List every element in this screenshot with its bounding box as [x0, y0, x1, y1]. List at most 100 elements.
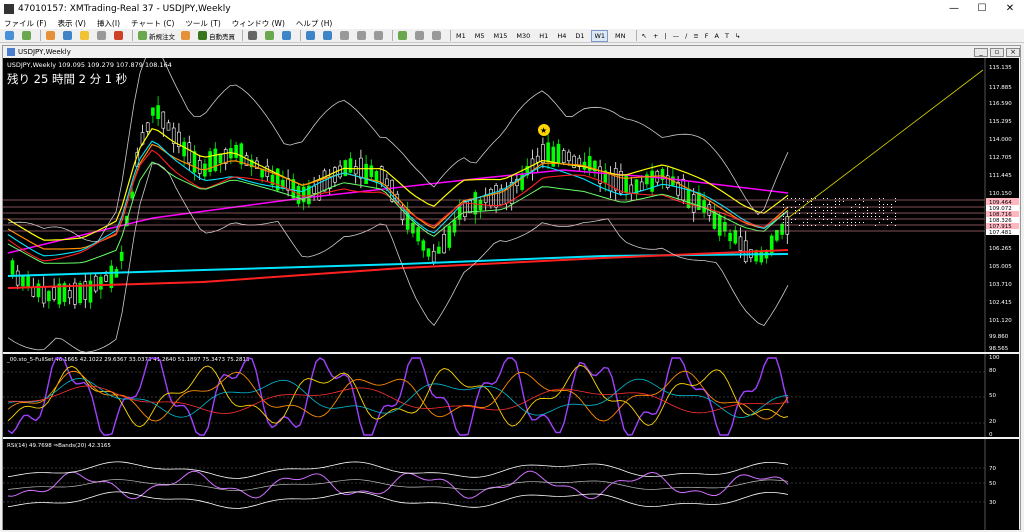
timeframe-d1[interactable]: D1 [573, 30, 586, 42]
timeframe-h4[interactable]: H4 [555, 30, 568, 42]
candle-body [775, 229, 779, 241]
cloud-dot [795, 207, 796, 208]
menu-help[interactable]: ヘルプ (H) [296, 18, 332, 29]
terminal-button[interactable] [95, 30, 110, 42]
autoscroll-button[interactable] [355, 30, 370, 42]
vertical-line-tool[interactable]: | [662, 30, 668, 42]
price-label: 110.150 [989, 191, 1012, 197]
navigator-button[interactable] [78, 30, 93, 42]
label-tool[interactable]: T [723, 30, 731, 42]
text-tool[interactable]: A [713, 30, 721, 42]
arrows-tool[interactable]: ↳ [733, 30, 742, 42]
candle-body [728, 232, 732, 242]
toolbar: 新規注文 自動売買 M1 M5 M15 M30 H1 H4 D1 W1 MN ↖… [0, 29, 1024, 43]
cloud-dot [883, 204, 884, 205]
price-label: 99.860 [989, 334, 1009, 340]
profiles-button[interactable] [20, 30, 35, 42]
new-order-label: 新規注文 [149, 32, 175, 41]
periods-button[interactable] [413, 30, 428, 42]
cloud-dot [895, 216, 896, 217]
cloud-dot [831, 210, 832, 211]
cloud-dot [823, 213, 824, 214]
chart-close-button[interactable]: × [1006, 47, 1020, 57]
timeframe-w1[interactable]: W1 [591, 29, 609, 42]
cloud-dot [811, 213, 812, 214]
candle-body [239, 143, 244, 165]
cloud-dot [783, 204, 784, 205]
bar-chart-button[interactable] [246, 30, 261, 42]
app-icon [4, 3, 14, 14]
cloud-dot [847, 225, 848, 226]
toolbar-separator [450, 30, 451, 41]
chart-restore-button[interactable]: ▫ [990, 47, 1004, 57]
timeframe-mn[interactable]: MN [613, 30, 627, 42]
price-label: 105.005 [989, 264, 1012, 270]
maximize-button[interactable]: ☐ [968, 3, 996, 14]
chart-shift-button[interactable] [372, 30, 387, 42]
market-watch-button[interactable] [44, 30, 59, 42]
menu-view[interactable]: 表示 (V) [58, 18, 86, 29]
candle-body [546, 142, 550, 163]
cloud-dot [819, 207, 820, 208]
toolbar-separator [392, 30, 393, 41]
chart-minimize-button[interactable]: _ [974, 47, 988, 57]
candle-body [218, 153, 223, 164]
cloud-dot [891, 204, 892, 205]
candle-chart-button[interactable] [263, 30, 278, 42]
cursor-tool[interactable]: ↖ [640, 30, 649, 42]
timeframe-h1[interactable]: H1 [537, 30, 550, 42]
close-button[interactable]: ✕ [996, 3, 1024, 14]
cloud-dot [823, 198, 824, 199]
candle-body [166, 122, 171, 131]
cloud-dot [803, 225, 804, 226]
auto-trade-button[interactable]: 自動売買 [196, 30, 237, 42]
line-chart-button[interactable] [280, 30, 295, 42]
trendline-tool[interactable]: / [683, 30, 689, 42]
candle-body [421, 240, 426, 251]
templates-button[interactable] [430, 30, 445, 42]
zoom-out-button[interactable] [321, 30, 336, 42]
cloud-dot [783, 207, 784, 208]
new-order-button[interactable]: 新規注文 [136, 30, 177, 42]
window-titlebar: 47010157: XMTrading-Real 37 - USDJPY,Wee… [0, 0, 1024, 17]
auto-trade-label: 自動売買 [209, 32, 235, 41]
data-window-button[interactable] [61, 30, 76, 42]
channel-tool[interactable]: ≡ [691, 30, 700, 42]
fibonacci-tool[interactable]: F [703, 30, 711, 42]
candle-body [561, 150, 566, 164]
minimize-button[interactable]: — [940, 3, 968, 14]
timeframe-m15[interactable]: M15 [492, 30, 510, 42]
tester-button[interactable] [112, 30, 127, 42]
indicators-button[interactable] [396, 30, 411, 42]
cloud-dot [787, 207, 788, 208]
menu-tools[interactable]: ツール (T) [185, 18, 220, 29]
cloud-dot [887, 216, 888, 217]
menu-file[interactable]: ファイル (F) [4, 18, 47, 29]
chart-icon [7, 48, 15, 56]
crosshair-tool[interactable]: + [651, 30, 660, 42]
metaeditor-button[interactable] [179, 30, 194, 42]
cloud-dot [843, 201, 844, 202]
horizontal-line-tool[interactable]: — [671, 30, 682, 42]
new-chart-button[interactable] [3, 30, 18, 42]
cloud-dot [799, 225, 800, 226]
candle-body [26, 276, 30, 287]
menu-insert[interactable]: 挿入(I) [97, 18, 120, 29]
candle-body [702, 200, 706, 213]
candle-body [36, 283, 41, 298]
cloud-dot [847, 213, 848, 214]
cloud-dot [859, 204, 860, 205]
timeframe-m1[interactable]: M1 [454, 30, 468, 42]
cloud-dot [891, 207, 892, 208]
toolbar-separator [40, 30, 41, 41]
menu-window[interactable]: ウィンドウ (W) [232, 18, 285, 29]
tile-windows-button[interactable] [338, 30, 353, 42]
timeframe-m30[interactable]: M30 [514, 30, 532, 42]
cloud-dot [883, 219, 884, 220]
zoom-in-button[interactable] [304, 30, 319, 42]
cloud-dot [859, 198, 860, 199]
timeframe-m5[interactable]: M5 [473, 30, 487, 42]
chart-area[interactable]: USDJPY,Weekly 109.095 109.279 107.879 10… [3, 58, 1019, 530]
menu-chart[interactable]: チャート (C) [131, 18, 174, 29]
cloud-dot [803, 198, 804, 199]
